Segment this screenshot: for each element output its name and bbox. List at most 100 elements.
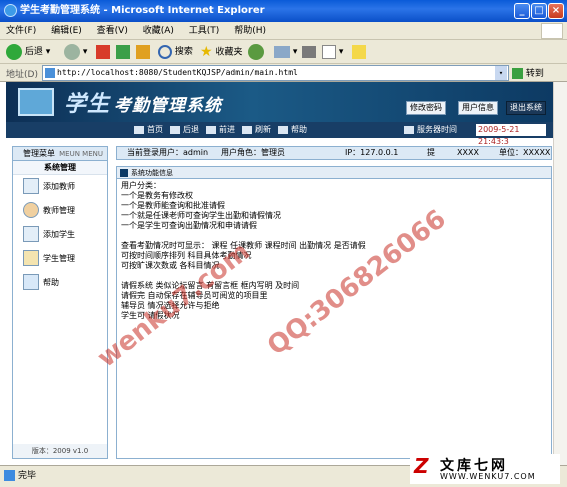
vertical-scrollbar[interactable] bbox=[553, 82, 567, 465]
refresh-button[interactable] bbox=[116, 43, 130, 61]
text-line: 一个是教务有修改权 bbox=[121, 191, 193, 200]
note-icon bbox=[352, 44, 366, 59]
nav-forward[interactable]: 前进 bbox=[206, 122, 235, 138]
panel-header: 系统功能信息 bbox=[117, 167, 551, 179]
logo-text-2: 考勤管理系统 bbox=[114, 96, 222, 116]
sidebar-item-add-teacher[interactable]: 添加教师 bbox=[13, 175, 107, 199]
window-titlebar: 学生考勤管理系统 - Microsoft Internet Explorer _… bbox=[0, 0, 567, 22]
sidebar-title: 管理菜单 bbox=[23, 149, 55, 158]
text-line: 可按时间顺序排列 科目具体考勤情况 bbox=[121, 251, 252, 260]
messenger-button[interactable] bbox=[352, 43, 366, 61]
server-time: 2009-5-21 21:43:3 bbox=[476, 124, 546, 146]
nav-help[interactable]: 帮助 bbox=[278, 122, 307, 138]
print-button[interactable] bbox=[302, 43, 316, 61]
wenku-logo-url: WWW.WENKU7.COM bbox=[440, 472, 536, 481]
version-text: 版本：2009 v1.0 bbox=[13, 444, 107, 458]
close-button[interactable]: × bbox=[548, 3, 564, 19]
menu-view[interactable]: 查看(V) bbox=[91, 22, 134, 40]
text-line: 一个是学生可查询出勤情况和申请请假 bbox=[121, 221, 257, 230]
sidebar-item-add-student[interactable]: 添加学生 bbox=[13, 223, 107, 247]
refresh-icon bbox=[116, 44, 130, 59]
window-title: 学生考勤管理系统 - Microsoft Internet Explorer bbox=[20, 5, 265, 16]
xxx-value: XXXX bbox=[457, 148, 479, 157]
add-student-icon bbox=[23, 226, 39, 242]
stop-icon bbox=[96, 44, 110, 59]
address-label: 地址(D) bbox=[6, 70, 38, 80]
page-icon bbox=[45, 68, 55, 78]
user-info-button[interactable]: 用户信息 bbox=[458, 101, 498, 115]
text-line: 一个是教师能查询和批准请假 bbox=[121, 201, 225, 210]
menu-bar: 文件(F) 编辑(E) 查看(V) 收藏(A) 工具(T) 帮助(H) bbox=[0, 22, 567, 40]
forward-arrow-icon bbox=[64, 43, 80, 60]
add-teacher-icon bbox=[23, 178, 39, 194]
sidebar-item-help[interactable]: 帮助 bbox=[13, 271, 107, 295]
mail-icon bbox=[274, 45, 290, 58]
nav-home[interactable]: 首页 bbox=[134, 122, 163, 138]
edit-button[interactable]: ▾ bbox=[322, 43, 343, 61]
wenku-corner-logo: Z 文库七网 WWW.WENKU7.COM bbox=[410, 454, 560, 484]
change-password-button[interactable]: 修改密码 bbox=[406, 101, 446, 115]
history-icon bbox=[248, 43, 264, 60]
sidebar-item-teacher-manage[interactable]: 教师管理 bbox=[13, 199, 107, 223]
panel-title: 系统功能信息 bbox=[131, 169, 173, 177]
refresh-icon bbox=[242, 125, 252, 134]
nav-refresh[interactable]: 刷新 bbox=[242, 122, 271, 138]
home-button[interactable] bbox=[136, 43, 150, 61]
go-button[interactable]: 转到 bbox=[512, 66, 544, 79]
address-url: http://localhost:8080/StudentKQJSP/admin… bbox=[57, 68, 298, 77]
unit-label: 单位：XXXXX bbox=[499, 148, 551, 157]
help-icon bbox=[278, 125, 288, 134]
print-icon bbox=[302, 45, 316, 58]
forward-icon bbox=[206, 125, 216, 134]
mail-button[interactable]: ▾ bbox=[274, 43, 297, 61]
address-input[interactable]: http://localhost:8080/StudentKQJSP/admin… bbox=[42, 65, 509, 81]
address-dropdown-icon[interactable]: ▾ bbox=[495, 66, 507, 80]
back-arrow-icon bbox=[6, 43, 22, 60]
info-bar: 当前登录用户：admin 用户角色：管理员 IP：127.0.0.1 提 XXX… bbox=[116, 146, 552, 160]
windows-flag-icon bbox=[541, 23, 563, 39]
menu-favorites[interactable]: 收藏(A) bbox=[137, 22, 180, 40]
menu-help[interactable]: 帮助(H) bbox=[228, 22, 272, 40]
search-button[interactable]: 搜索 bbox=[158, 43, 193, 61]
go-arrow-icon bbox=[512, 68, 523, 79]
teacher-manage-icon bbox=[23, 202, 39, 218]
stop-button[interactable] bbox=[96, 43, 110, 61]
user-role: 用户角色：管理员 bbox=[221, 148, 285, 157]
star-icon: ★ bbox=[200, 44, 213, 60]
server-time-label: 服务器时间 bbox=[404, 122, 457, 138]
logo-text-1: 学生 bbox=[64, 92, 111, 117]
clock-icon bbox=[404, 125, 414, 134]
home-icon bbox=[136, 44, 150, 59]
wenku-logo-icon: Z bbox=[414, 454, 429, 478]
sidebar-item-student-manage[interactable]: 学生管理 bbox=[13, 247, 107, 271]
nav-back[interactable]: 后退 bbox=[170, 122, 199, 138]
back-button[interactable]: 后退 ▾ bbox=[6, 43, 50, 61]
sidebar-section: 系统管理 bbox=[13, 161, 107, 175]
text-line: 可按旷课次数或 各科目情况 bbox=[121, 261, 220, 270]
back-icon bbox=[170, 125, 180, 134]
menu-tools[interactable]: 工具(T) bbox=[183, 22, 226, 40]
word-icon bbox=[322, 44, 336, 59]
ie-icon bbox=[4, 4, 17, 17]
menu-edit[interactable]: 编辑(E) bbox=[45, 22, 88, 40]
history-button[interactable] bbox=[248, 43, 264, 61]
logout-button[interactable]: 退出系统 bbox=[506, 101, 546, 115]
forward-button[interactable]: ▾ bbox=[64, 43, 87, 61]
favorites-button[interactable]: ★ 收藏夹 bbox=[200, 43, 242, 61]
maximize-button[interactable]: □ bbox=[531, 3, 547, 19]
sidebar-title-en: MEUN MENU bbox=[59, 150, 103, 158]
menu-file[interactable]: 文件(F) bbox=[0, 22, 42, 40]
app-banner: 学生 考勤管理系统 修改密码 用户信息 退出系统 bbox=[6, 82, 553, 122]
nav-strip: 首页 后退 前进 刷新 帮助 服务器时间 2009-5-21 21:43:3 bbox=[6, 122, 553, 146]
toolbar: 后退 ▾ ▾ 搜索 ★ 收藏夹 ▾ ▾ bbox=[0, 40, 567, 64]
minimize-button[interactable]: _ bbox=[514, 3, 530, 19]
home-icon bbox=[134, 125, 144, 134]
sidebar: 管理菜单 MEUN MENU 系统管理 添加教师 教师管理 添加学生 学生管理 … bbox=[12, 146, 108, 459]
text-line: 查看考勤情况时可显示： 课程 任课教师 课程时间 出勤情况 是否请假 bbox=[121, 241, 366, 250]
search-icon bbox=[158, 44, 172, 59]
panel-header-icon bbox=[120, 169, 128, 177]
page-done-icon bbox=[4, 470, 15, 481]
text-line: 用户分类： bbox=[121, 181, 161, 190]
address-bar: 地址(D) http://localhost:8080/StudentKQJSP… bbox=[0, 64, 567, 82]
help-icon bbox=[23, 274, 39, 290]
